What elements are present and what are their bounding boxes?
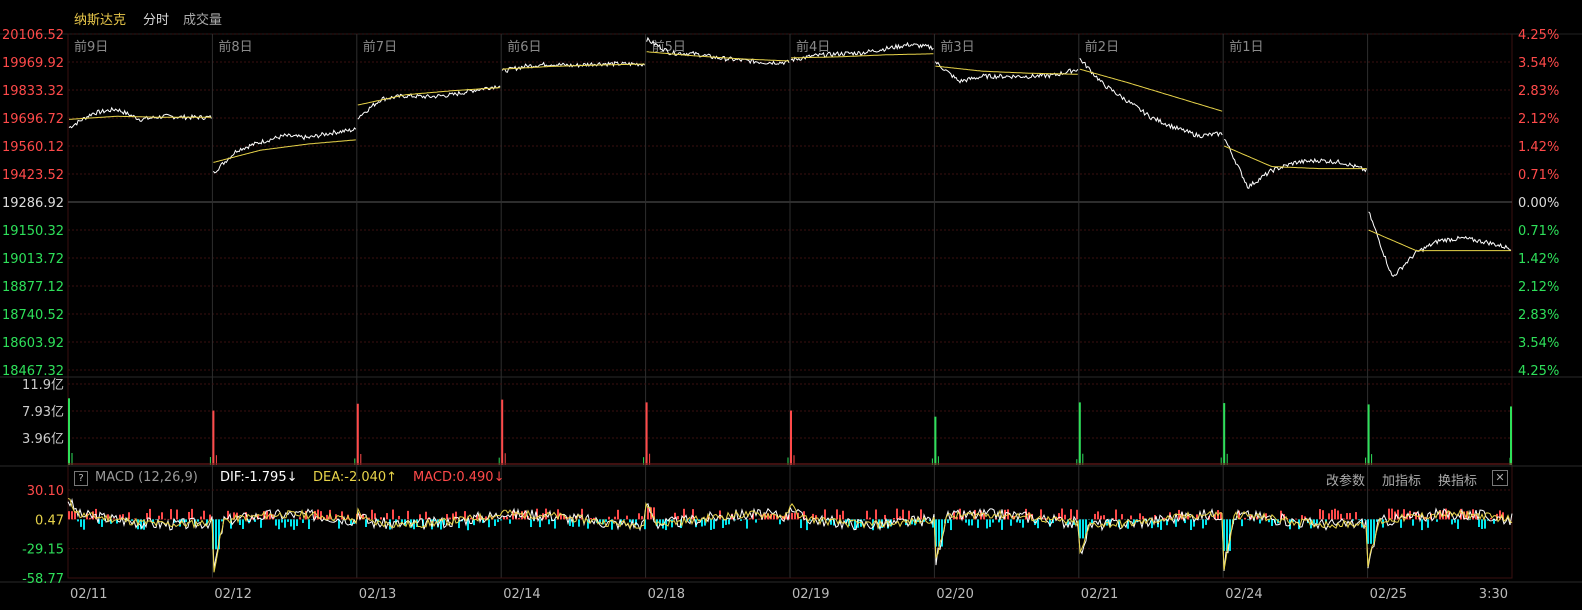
day-label: 前9日 <box>74 39 108 55</box>
price-line <box>1223 138 1368 190</box>
volume-baseline <box>68 462 1512 465</box>
avg-price-line <box>646 51 790 62</box>
price-tick-right: 3.54% <box>1518 56 1559 71</box>
x-axis-label: 02/11 <box>70 587 107 602</box>
day-label: 前6日 <box>507 39 541 55</box>
avg-price-line <box>1223 145 1367 170</box>
x-axis-label: 02/14 <box>503 587 540 602</box>
price-tick-left: 19833.32 <box>2 84 64 99</box>
macd-tick: 30.10 <box>27 484 64 499</box>
macd-dea-value: DEA:-2.040↑ <box>313 470 398 485</box>
x-axis-label: 02/20 <box>936 587 973 602</box>
price-tick-right: 0.00% <box>1518 196 1559 211</box>
day-label: 前4日 <box>796 39 830 55</box>
avg-price-line <box>935 65 1078 75</box>
day-label: 前1日 <box>1229 39 1263 55</box>
price-tick-left: 19560.12 <box>2 140 64 155</box>
x-axis-label: 02/12 <box>214 587 251 602</box>
macd-dif-value: DIF:-1.795↓ <box>220 470 298 485</box>
price-line <box>1368 211 1512 277</box>
price-tick-right: 0.71% <box>1518 168 1559 183</box>
chart-canvas: 20106.52 4.25% 19969.92 3.54% 19833.32 2.83% 1… <box>0 28 1582 602</box>
macd-tick: -58.77 <box>22 572 64 587</box>
volume-tick: 11.9亿 <box>22 378 64 393</box>
price-tick-left: 19150.32 <box>2 224 64 239</box>
x-axis-label: 02/18 <box>648 587 685 602</box>
macd-tick: 0.47 <box>35 513 64 528</box>
price-tick-left: 20106.52 <box>2 28 64 43</box>
volume-tick: 3.96亿 <box>22 432 64 447</box>
macd-header: ? MACD (12,26,9) DIF:-1.795↓ DEA:-2.040↑… <box>68 468 1512 490</box>
macd-macd-value: MACD:0.490↓ <box>413 470 505 485</box>
price-tick-right: 2.83% <box>1518 84 1559 99</box>
x-axis-label: 02/25 <box>1370 587 1407 602</box>
price-tick-right: 1.42% <box>1518 252 1559 267</box>
price-tick-right: 4.25% <box>1518 28 1559 43</box>
change-params-button[interactable]: 改参数 <box>1326 470 1365 489</box>
price-tick-left: 18467.32 <box>2 364 64 379</box>
price-tick-left: 19423.52 <box>2 168 64 183</box>
price-tick-right: 4.25% <box>1518 364 1559 379</box>
x-axis-label: 02/21 <box>1081 587 1118 602</box>
price-tick-right: 0.71% <box>1518 224 1559 239</box>
day-label: 前3日 <box>940 39 974 55</box>
x-axis-label: 02/13 <box>359 587 396 602</box>
volume-tick: 7.93亿 <box>22 405 64 420</box>
price-tick-right: 3.54% <box>1518 336 1559 351</box>
add-indicator-button[interactable]: 加指标 <box>1382 470 1421 489</box>
price-tick-right: 2.12% <box>1518 280 1559 295</box>
day-label: 前8日 <box>218 39 252 55</box>
price-tick-left: 18877.12 <box>2 280 64 295</box>
price-line <box>213 127 357 174</box>
day-label: 前2日 <box>1085 39 1119 55</box>
x-axis-label: 02/24 <box>1225 587 1262 602</box>
day-label: 前7日 <box>363 39 397 55</box>
x-axis-label: 02/19 <box>792 587 829 602</box>
price-tick-left: 18740.52 <box>2 308 64 323</box>
price-line <box>357 84 501 120</box>
price-tick-right: 2.83% <box>1518 308 1559 323</box>
price-tick-right: 1.42% <box>1518 140 1559 155</box>
price-tick-right: 2.12% <box>1518 112 1559 127</box>
price-tick-left: 19969.92 <box>2 56 64 71</box>
price-tick-left: 19286.92 <box>2 196 64 211</box>
switch-indicator-button[interactable]: 换指标 <box>1438 470 1477 489</box>
price-tick-left: 19013.72 <box>2 252 64 267</box>
close-icon[interactable]: ✕ <box>1492 470 1508 486</box>
price-line <box>1079 57 1223 139</box>
macd-tick: -29.15 <box>22 543 64 558</box>
price-tick-left: 18603.92 <box>2 336 64 351</box>
price-tick-left: 19696.72 <box>2 112 64 127</box>
help-icon[interactable]: ? <box>74 471 88 486</box>
x-axis-label-last: 3:30 <box>1479 587 1508 602</box>
price-line <box>501 61 645 73</box>
macd-name: MACD (12,26,9) <box>95 470 198 485</box>
